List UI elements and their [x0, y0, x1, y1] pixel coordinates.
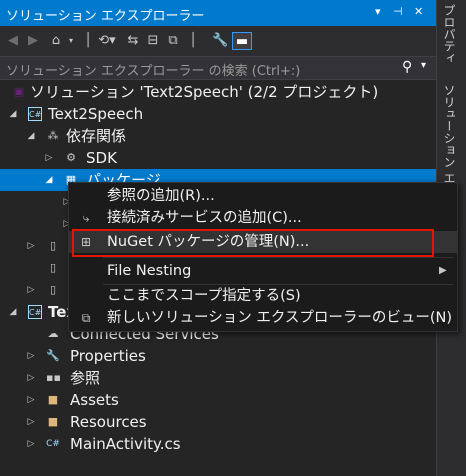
- preview-icon[interactable]: ▬: [232, 32, 252, 50]
- tree-item-mainactivity[interactable]: ▷ C# MainActivity.cs: [0, 433, 436, 455]
- toolbar: ◀ ▶ ⌂ ▾ │ ⟲▾ ⇆ ⊟ ⧉ │ 🔧 ▬: [0, 26, 436, 56]
- search-icon[interactable]: ⚲: [402, 59, 412, 75]
- tree-item-resources[interactable]: ▷ ■ Resources: [0, 411, 436, 433]
- collapsed-arrow-icon[interactable]: ▷: [26, 279, 36, 301]
- collapsed-arrow-icon[interactable]: ▷: [26, 433, 36, 455]
- menu-item-new-view[interactable]: ⧉ 新しいソリューション エクスプローラーのビュー(N): [69, 307, 457, 329]
- collapsed-arrow-icon[interactable]: ▷: [26, 235, 36, 257]
- menu-item-file-nesting[interactable]: File Nesting ▶: [69, 260, 457, 282]
- tree-item-references[interactable]: ▷ ▪▪ 参照: [0, 367, 436, 389]
- home-dropdown-icon[interactable]: ▾: [66, 32, 76, 50]
- collapsed-arrow-icon[interactable]: ▷: [26, 411, 36, 433]
- tree-item-sdk[interactable]: ▷ ⚙ SDK: [0, 147, 436, 169]
- sdk-icon: ⚙: [66, 151, 76, 164]
- toolbar-separator: │: [84, 33, 92, 48]
- menu-item-label: File Nesting: [107, 263, 192, 279]
- submenu-arrow-icon: ▶: [439, 265, 447, 276]
- menu-item-label: ここまでスコープ指定する(S): [107, 288, 301, 304]
- tab-solution-explorer[interactable]: ソリューション エク: [441, 84, 458, 196]
- file-icon: ▯: [49, 239, 57, 252]
- references-icon: ▪▪: [46, 371, 61, 384]
- collapse-all-icon[interactable]: ⊟: [146, 32, 160, 50]
- tree-item-assets[interactable]: ▷ ■ Assets: [0, 389, 436, 411]
- auto-hide-pin-icon[interactable]: ⊣: [393, 5, 403, 18]
- collapsed-arrow-icon[interactable]: ▷: [44, 147, 54, 169]
- expanded-arrow-icon[interactable]: ◢: [26, 125, 36, 147]
- tree-item-label: MainActivity.cs: [70, 435, 181, 453]
- window-position-dropdown-icon[interactable]: ▾: [375, 5, 381, 18]
- back-icon[interactable]: ◀: [6, 32, 20, 50]
- menu-item-label: 接続済みサービスの追加(C)...: [107, 210, 302, 226]
- home-icon[interactable]: ⌂: [48, 32, 64, 50]
- show-all-files-icon[interactable]: ⧉: [166, 32, 180, 50]
- menu-item-label: 新しいソリューション エクスプローラーのビュー(N): [107, 310, 453, 326]
- search-input[interactable]: ソリューション エクスプローラー の検索 (Ctrl+:): [6, 60, 300, 79]
- tree-item-dependencies[interactable]: ◢ ⁂ 依存関係: [0, 125, 436, 147]
- tree-item-label: Properties: [70, 347, 146, 365]
- search-box[interactable]: ソリューション エクスプローラー の検索 (Ctrl+:) ⚲ ▾: [0, 56, 436, 80]
- menu-item-label: 参照の追加(R)...: [107, 188, 215, 204]
- search-options-dropdown-icon[interactable]: ▾: [421, 60, 426, 71]
- folder-icon: ■: [47, 393, 59, 406]
- title-bar: ソリューション エクスプローラー ▾ ⊣ ✕: [0, 0, 436, 26]
- tree-item-label: SDK: [86, 149, 117, 167]
- csharp-project-icon: C#: [28, 107, 42, 121]
- new-view-icon: ⧉: [81, 311, 91, 325]
- tree-item-label: ソリューション 'Text2Speech' (2/2 プロジェクト): [30, 83, 379, 101]
- tree-item-label: 依存関係: [66, 127, 127, 145]
- menu-item-add-connected-service[interactable]: ⤷ 接続済みサービスの追加(C)...: [69, 207, 457, 229]
- tree-item-solution[interactable]: ▣ ソリューション 'Text2Speech' (2/2 プロジェクト): [0, 81, 436, 103]
- collapsed-arrow-icon[interactable]: ▷: [26, 367, 36, 389]
- expanded-arrow-icon[interactable]: ◢: [8, 103, 18, 125]
- menu-separator: [103, 257, 453, 258]
- tree-item-label: Text2Speech: [48, 105, 144, 123]
- sync-icon[interactable]: ⇆: [126, 32, 140, 50]
- properties-icon[interactable]: 🔧: [212, 32, 228, 50]
- dependencies-icon: ⁂: [47, 129, 59, 142]
- expanded-arrow-icon[interactable]: ◢: [44, 169, 54, 191]
- file-icon: ▯: [49, 261, 57, 274]
- wrench-icon: 🔧: [46, 349, 60, 362]
- history-icon[interactable]: ⟲▾: [96, 32, 118, 50]
- menu-item-add-reference[interactable]: 参照の追加(R)...: [69, 185, 457, 207]
- tree-item-label: 参照: [70, 369, 101, 387]
- window-title: ソリューション エクスプローラー: [6, 9, 205, 24]
- tree-item-properties[interactable]: ▷ 🔧 Properties: [0, 345, 436, 367]
- collapsed-arrow-icon[interactable]: ▷: [26, 389, 36, 411]
- tree-item-label: Resources: [70, 413, 147, 431]
- tree-item-label: Assets: [70, 391, 119, 409]
- connected-services-icon: ☁: [47, 327, 59, 340]
- forward-icon[interactable]: ▶: [26, 32, 40, 50]
- csharp-project-icon: C#: [28, 305, 42, 319]
- expanded-arrow-icon[interactable]: ◢: [8, 301, 18, 323]
- folder-icon: ■: [47, 415, 59, 428]
- menu-item-scope-to-this[interactable]: ここまでスコープ指定する(S): [69, 285, 457, 307]
- collapsed-arrow-icon[interactable]: ▷: [26, 345, 36, 367]
- csharp-file-icon: C#: [46, 439, 60, 449]
- toolbar-separator: │: [189, 33, 197, 48]
- solution-icon: ▣: [13, 85, 25, 98]
- connected-service-icon: ⤷: [82, 211, 90, 225]
- close-icon[interactable]: ✕: [414, 5, 423, 18]
- file-icon: ▯: [49, 283, 57, 296]
- context-menu: 参照の追加(R)... ⤷ 接続済みサービスの追加(C)... ⊞ NuGet …: [68, 182, 458, 332]
- highlight-box: [72, 229, 434, 257]
- tab-properties[interactable]: プロパティ: [441, 4, 458, 64]
- tree-item-project[interactable]: ◢ C# Text2Speech: [0, 103, 436, 125]
